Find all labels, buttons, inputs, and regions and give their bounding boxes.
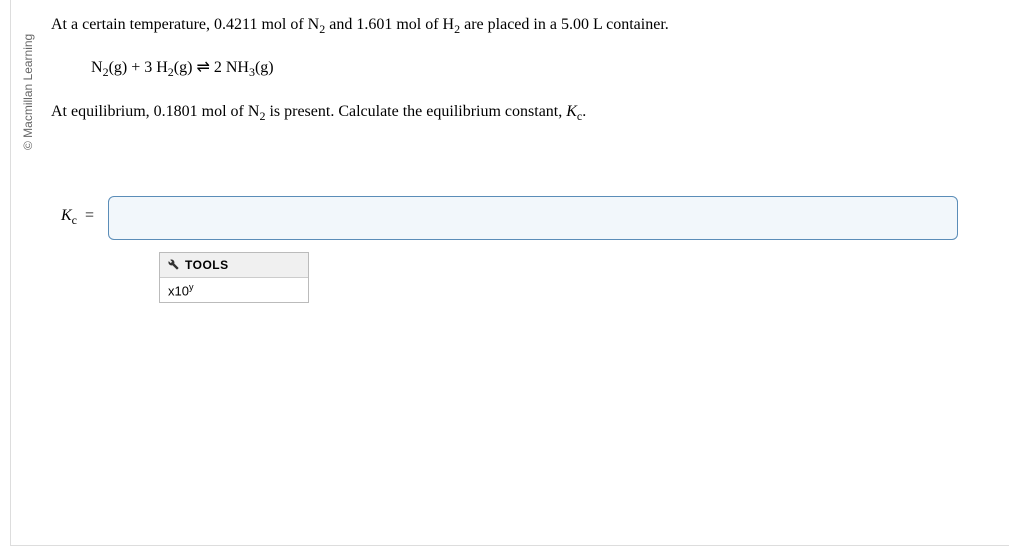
tools-header-label: TOOLS (185, 258, 229, 272)
value-mol-n2-eq: 0.1801 (154, 103, 198, 120)
text: mol of N (257, 16, 319, 33)
copyright-label: © Macmillan Learning (21, 34, 35, 150)
problem-content: At a certain temperature, 0.4211 mol of … (11, 0, 1009, 315)
text: and (325, 16, 356, 33)
equals-sign: = (81, 207, 94, 224)
tools-header: TOOLS (160, 253, 308, 278)
chemical-equation: N2(g) + 3 H2(g) ⇌ 2 NH3(g) (91, 57, 979, 80)
text: . (582, 103, 586, 120)
text: mol of N (198, 103, 260, 120)
subscript-c: c (72, 214, 77, 228)
sci-label: x10 (168, 283, 189, 298)
answer-input[interactable] (108, 196, 958, 240)
answer-area: Kc = (61, 196, 979, 240)
text: are placed in a 5.00 L container. (460, 16, 669, 33)
text: At equilibrium, (51, 103, 154, 120)
sci-notation-button[interactable]: x10y (160, 278, 308, 302)
value-mol-h2: 1.601 (356, 16, 392, 33)
text: (g) (255, 59, 274, 76)
value-mol-n2: 0.4211 (214, 16, 257, 33)
kc-label: Kc = (61, 207, 94, 228)
text: (g) (174, 59, 197, 76)
problem-line-2: At equilibrium, 0.1801 mol of N2 is pres… (51, 99, 979, 126)
text: N (91, 59, 103, 76)
kc-k: K (61, 207, 72, 224)
problem-line-1: At a certain temperature, 0.4211 mol of … (51, 12, 979, 39)
kc-symbol: K (566, 103, 577, 120)
text: (g) + 3 H (109, 59, 168, 76)
sci-exponent-y: y (189, 282, 194, 292)
text: is present. Calculate the equilibrium co… (265, 103, 566, 120)
tools-panel: TOOLS x10y (159, 252, 309, 303)
text: mol of H (392, 16, 454, 33)
wrench-icon (168, 259, 179, 270)
text: 2 NH (210, 59, 249, 76)
equilibrium-arrow-icon: ⇌ (196, 59, 209, 76)
text: At a certain temperature, (51, 16, 214, 33)
